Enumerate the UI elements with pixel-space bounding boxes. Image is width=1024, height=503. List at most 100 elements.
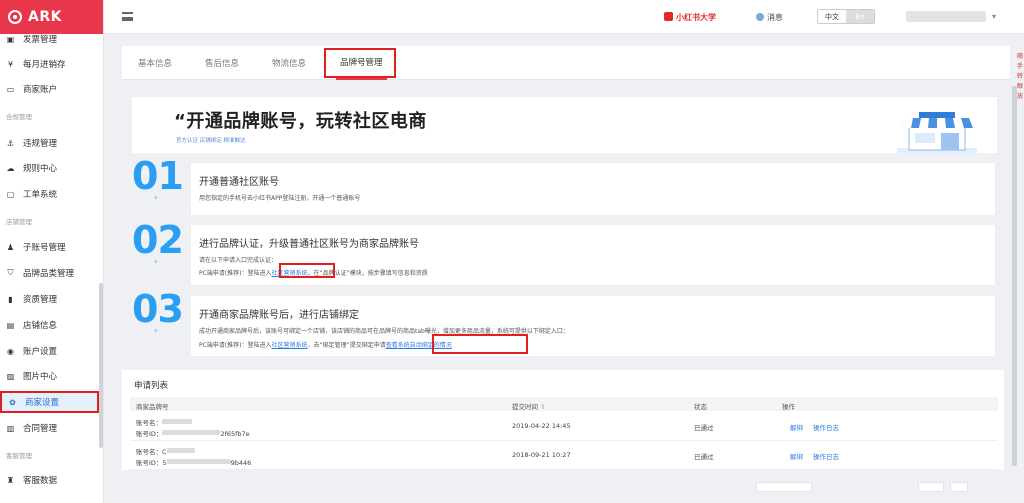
sidebar-item[interactable]: ♟ 子账号管理 (0, 236, 100, 258)
operation-log-button[interactable]: 操作日志 (813, 453, 839, 461)
tab-after-sales[interactable]: 售后信息 (205, 46, 239, 80)
pagination-size[interactable] (756, 482, 812, 492)
yen-icon: ¥ (7, 59, 14, 69)
sidebar-item[interactable]: ▢ 工单系统 (0, 183, 100, 205)
hero-title: “开通品牌账号，玩转社区电商 (174, 111, 427, 132)
community-marketing-link-2[interactable]: 社区营销系统 (272, 342, 308, 349)
col-submit-time[interactable]: 提交时间 ⇕ (512, 401, 546, 411)
redacted-name (166, 448, 195, 453)
actions-1: 解绑 操作日志 (790, 422, 849, 432)
floating-assistant[interactable]: 随手转眼放 (1017, 52, 1023, 102)
language-switch[interactable]: 中文 En (817, 9, 875, 24)
sort-icon[interactable]: ⇕ (540, 403, 545, 411)
tab-basic-info[interactable]: 基本信息 (138, 46, 172, 80)
table-row: 账号名： 账号ID： 2f65fb7e 2019-04-22 14:45 已通过 … (130, 412, 998, 441)
messages-button[interactable]: 消息 (756, 12, 783, 23)
sidebar-item-label: 店铺信息 (23, 321, 58, 331)
sidebar-scrollbar[interactable] (99, 283, 103, 448)
tab-logistics[interactable]: 物流信息 (272, 46, 306, 80)
ark-logo-icon (8, 10, 22, 24)
unbind-button[interactable]: 解绑 (790, 453, 803, 461)
tab-highlight-box (324, 48, 396, 78)
app-logo-text: ARK (28, 9, 62, 25)
account-icon: ◉ (7, 346, 14, 356)
image-icon: ▨ (6, 371, 15, 381)
floating-assistant-char: 眼 (1017, 83, 1024, 90)
storefront-illustration (897, 112, 977, 153)
sidebar-item[interactable]: ◉ 账户设置 (0, 340, 100, 362)
col-brand-account: 商家品牌号 (136, 403, 169, 411)
sidebar-item-label: 商家设置 (25, 398, 60, 408)
pagination-page[interactable] (950, 482, 968, 492)
sidebar-item[interactable]: ☁ 规则中心 (0, 157, 100, 179)
sidebar-item-label: 资质管理 (23, 295, 58, 305)
account-name-visible: C (162, 448, 167, 456)
sidebar-item[interactable]: ▣ 发票管理 (0, 28, 100, 50)
contract-icon: ▥ (6, 423, 15, 433)
menu-toggle-icon[interactable] (122, 12, 133, 21)
account-id-label: 账号ID： (136, 430, 163, 438)
table-header: 商家品牌号 提交时间 ⇕ 状态 操作 (130, 397, 998, 411)
status-1: 已通过 (694, 424, 714, 432)
sidebar-item-label: 子账号管理 (23, 243, 66, 253)
lang-en[interactable]: En (846, 10, 874, 23)
floating-assistant-char: 转 (1017, 73, 1024, 80)
pagination-prev[interactable] (918, 482, 944, 492)
sidebar-item[interactable]: ▭ 商家账户 (0, 78, 100, 100)
ticket-icon: ▢ (6, 189, 15, 199)
step-line2-prefix-03: PC端申请(推荐)：登陆进入 (199, 342, 272, 349)
sidebar-item[interactable]: ▮ 资质管理 (0, 288, 100, 310)
xhs-university-label: 小红书大学 (676, 13, 716, 22)
step-title-03: 开通商家品牌账号后，进行店铺绑定 (199, 310, 359, 321)
step-line2-03: PC端申请(推荐)：登陆进入社区营销系统，去“绑定管理”提交绑定申请查看系统自动… (199, 340, 452, 349)
account-id-label: 账号ID： (136, 459, 163, 467)
service-icon: ♜ (6, 475, 15, 485)
redacted-name (162, 419, 192, 424)
sidebar-item[interactable]: ¥ 每月进销存 (0, 53, 100, 75)
step-marker-01: ▾ (154, 194, 158, 202)
anchor-icon: ⚓ (6, 138, 15, 148)
actions-2: 解绑 操作日志 (790, 451, 849, 461)
account-name-label: 账号名： (136, 448, 162, 456)
sidebar-item[interactable]: ✿ 商家设置 (0, 391, 99, 413)
sidebar-item[interactable]: ▨ 图片中心 (0, 365, 100, 387)
step-marker-02: ▾ (154, 258, 158, 266)
sidebar-item-label: 客服数据 (23, 476, 58, 486)
sidebar-item[interactable]: ⛉ 品牌品类管理 (0, 262, 100, 284)
col-actions: 操作 (782, 403, 795, 411)
account-name-2: 账号名：C (136, 446, 195, 456)
col-submit-time-label: 提交时间 (512, 403, 538, 411)
account-name-1: 账号名： (136, 417, 192, 427)
sidebar-item-label: 店铺管理 (6, 218, 32, 226)
chevron-down-icon[interactable]: ▾ (992, 12, 996, 21)
user-menu[interactable] (906, 11, 986, 22)
step-title-02: 进行品牌认证，升级普通社区账号为商家品牌账号 (199, 239, 419, 250)
account-id-visible: 2f65fb7e (220, 430, 250, 438)
sidebar-item-label: 违规管理 (23, 139, 58, 149)
sidebar-item-label: 账户设置 (23, 347, 58, 357)
sidebar: ARK ▣ 发票管理 ¥ 每月进销存 ▭ 商家账户 合规管理 ⚓ 违规管理 ☁ 规则中心 ▢ 工单系统店… (0, 0, 104, 503)
sidebar-item-label: 客服管理 (6, 452, 32, 460)
xhs-university-link[interactable]: 小红书大学 (664, 12, 716, 23)
unbind-button[interactable]: 解绑 (790, 424, 803, 432)
operation-log-button[interactable]: 操作日志 (813, 424, 839, 432)
sidebar-section-heading: 客服管理 (0, 448, 100, 462)
application-list-panel: 申请列表 商家品牌号 提交时间 ⇕ 状态 操作 账号名： 账号ID： 2f65fb… (122, 370, 1004, 470)
sidebar-item-label: 商家账户 (23, 85, 58, 95)
step-number-03: 03 (132, 287, 184, 331)
step-title-01: 开通普通社区账号 (199, 177, 279, 188)
sidebar-item[interactable]: ⚓ 违规管理 (0, 132, 100, 154)
redacted-id (166, 459, 231, 464)
sidebar-item-label: 工单系统 (23, 190, 58, 200)
settings-tabs: 基本信息 售后信息 物流信息 品牌号管理 (122, 46, 1010, 80)
lang-zh[interactable]: 中文 (818, 10, 846, 23)
sidebar-item[interactable]: ♜ 客服数据 (0, 469, 100, 491)
step-card-03: 开通商家品牌账号后，进行店铺绑定 成功开通商家品牌号后，该账号可绑定一个店铺，该… (190, 295, 996, 357)
account-id-1: 账号ID： 2f65fb7e (136, 428, 250, 438)
submit-time-1: 2019-04-22 14:45 (512, 422, 571, 430)
floating-assistant-char: 随 (1017, 53, 1024, 60)
content-scrollbar[interactable] (1012, 86, 1017, 466)
xhs-university-icon (664, 12, 673, 21)
sidebar-item[interactable]: ▤ 店铺信息 (0, 314, 100, 336)
sidebar-item[interactable]: ▥ 合同管理 (0, 417, 100, 439)
